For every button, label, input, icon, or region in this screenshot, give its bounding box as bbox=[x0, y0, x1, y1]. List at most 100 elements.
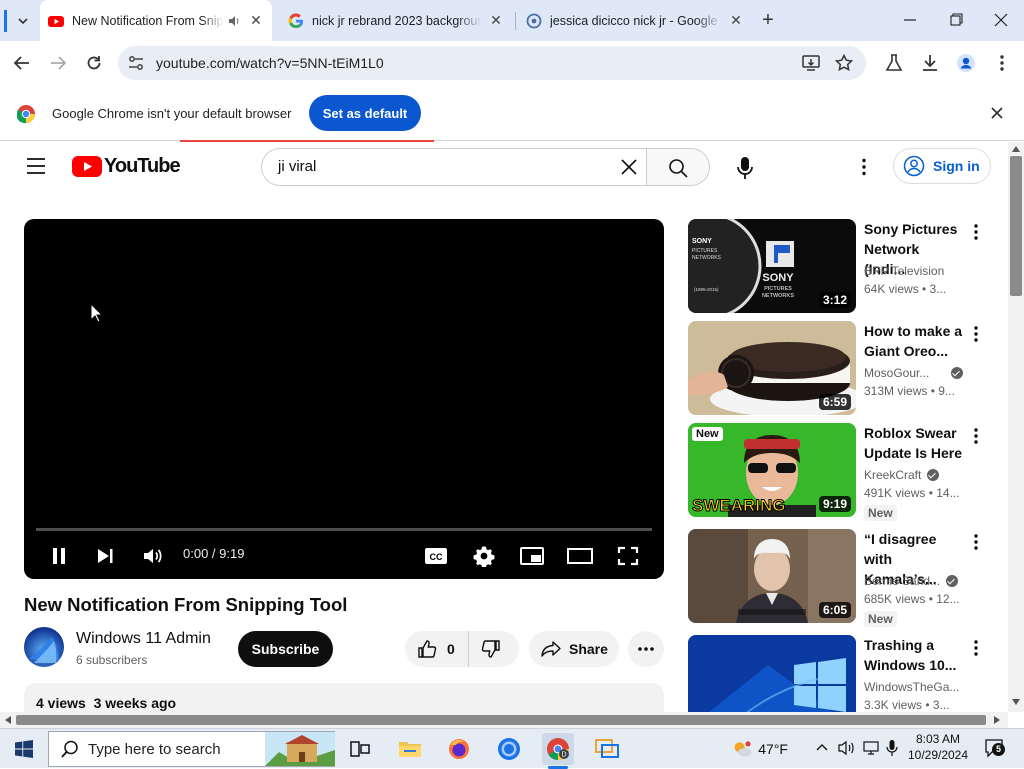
channel-name[interactable]: WindowsTheGa... bbox=[864, 680, 959, 694]
labs-flask-icon[interactable] bbox=[884, 53, 904, 73]
recommended-video[interactable]: Trashing a Windows 10... WindowsTheGa...… bbox=[688, 635, 994, 712]
site-info-icon[interactable] bbox=[127, 55, 145, 71]
recommended-channel[interactable]: BRP Television bbox=[864, 264, 944, 278]
more-vertical-icon[interactable] bbox=[970, 223, 982, 241]
close-icon[interactable] bbox=[990, 106, 1004, 120]
microphone-in-use-icon[interactable] bbox=[886, 739, 898, 757]
next-button[interactable] bbox=[92, 541, 118, 571]
clock[interactable]: 8:03 AM 10/29/2024 bbox=[906, 732, 970, 762]
taskbar-search-box[interactable]: Type here to search bbox=[48, 731, 335, 767]
chrome-taskbar-button[interactable] bbox=[493, 733, 525, 765]
set-as-default-button[interactable]: Set as default bbox=[309, 95, 421, 131]
channel-avatar[interactable] bbox=[24, 627, 64, 667]
recommended-channel[interactable]: KreekCraft bbox=[864, 468, 940, 482]
tab-nick-jr-rebrand[interactable]: nick jr rebrand 2023 background ✕ bbox=[280, 0, 512, 41]
channel-name[interactable]: MosoGour... bbox=[864, 366, 929, 380]
channel-name[interactable]: KreekCraft bbox=[864, 468, 921, 482]
search-button[interactable] bbox=[646, 148, 710, 186]
video-thumbnail[interactable]: SWEARING New 9:19 bbox=[688, 423, 856, 517]
tab-jessica-dicicco[interactable]: jessica dicicco nick jr - Google Search … bbox=[518, 0, 752, 41]
microphone-icon[interactable] bbox=[736, 156, 754, 180]
youtube-logo[interactable]: YouTube bbox=[72, 155, 181, 178]
volume-icon[interactable] bbox=[838, 740, 856, 756]
scroll-up-arrow-icon[interactable] bbox=[1012, 146, 1020, 152]
restore-button[interactable] bbox=[946, 10, 966, 30]
reload-icon[interactable] bbox=[84, 53, 104, 73]
channel-name[interactable]: BRP Television bbox=[864, 264, 944, 278]
channel-name[interactable]: Bernie Sand... bbox=[864, 574, 940, 588]
pause-button[interactable] bbox=[46, 541, 72, 571]
video-thumbnail[interactable]: 6:59 bbox=[688, 321, 856, 415]
more-vertical-icon[interactable] bbox=[970, 427, 982, 445]
more-vertical-icon[interactable] bbox=[970, 325, 982, 343]
recommended-video[interactable]: 6:05 “I disagree with Kamala’s... Bernie… bbox=[688, 529, 994, 627]
channel-name[interactable]: Windows 11 Admin bbox=[76, 630, 211, 648]
chrome-menu-icon[interactable] bbox=[992, 53, 1012, 73]
forward-arrow-icon[interactable] bbox=[48, 54, 68, 72]
close-window-button[interactable] bbox=[991, 10, 1011, 30]
subscribe-button[interactable]: Subscribe bbox=[238, 631, 333, 667]
settings-button[interactable] bbox=[470, 541, 498, 571]
progress-bar[interactable] bbox=[36, 528, 652, 531]
scroll-thumb[interactable] bbox=[1010, 156, 1022, 296]
vertical-scrollbar[interactable] bbox=[1008, 142, 1024, 712]
settings-dots-icon[interactable] bbox=[855, 158, 873, 176]
file-explorer-button[interactable] bbox=[394, 733, 426, 765]
tab-youtube-active[interactable]: New Notification From Snipping Tool ✕ bbox=[40, 0, 272, 41]
recommended-channel[interactable]: WindowsTheGa... bbox=[864, 680, 959, 694]
firefox-button[interactable] bbox=[443, 733, 475, 765]
url-text[interactable]: youtube.com/watch?v=5NN-tEiM1L0 bbox=[156, 55, 384, 71]
video-thumbnail[interactable]: SONY PICTURES NETWORKS (1995-2015) SONY … bbox=[688, 219, 856, 313]
recommended-video[interactable]: 6:59 How to make a Giant Oreo... MosoGou… bbox=[688, 321, 994, 415]
notification-center-button[interactable]: 5 bbox=[984, 738, 1005, 758]
back-arrow-icon[interactable] bbox=[12, 54, 32, 72]
more-vertical-icon[interactable] bbox=[970, 639, 982, 657]
task-view-button[interactable] bbox=[344, 733, 376, 765]
sign-in-button[interactable]: Sign in bbox=[893, 148, 991, 184]
more-actions-button[interactable] bbox=[628, 631, 664, 667]
miniplayer-button[interactable] bbox=[518, 541, 546, 571]
video-thumbnail[interactable]: 6:05 bbox=[688, 529, 856, 623]
close-icon[interactable]: ✕ bbox=[728, 12, 744, 29]
dislike-button[interactable] bbox=[469, 631, 501, 667]
network-icon[interactable] bbox=[862, 740, 880, 756]
close-icon[interactable]: ✕ bbox=[488, 12, 504, 29]
remote-desktop-button[interactable] bbox=[591, 733, 623, 765]
profile-icon[interactable] bbox=[956, 53, 976, 73]
theater-mode-button[interactable] bbox=[566, 541, 594, 571]
horizontal-scrollbar[interactable] bbox=[0, 712, 1008, 728]
volume-button[interactable] bbox=[140, 541, 166, 571]
captions-button[interactable]: CC bbox=[422, 541, 450, 571]
scroll-down-arrow-icon[interactable] bbox=[1012, 699, 1020, 705]
minimize-button[interactable] bbox=[900, 10, 920, 30]
search-query[interactable]: ji viral bbox=[278, 158, 316, 175]
recommended-channel[interactable]: Bernie Sand... bbox=[864, 574, 959, 588]
chevron-up-icon[interactable] bbox=[816, 743, 828, 751]
recommended-title[interactable]: Roblox Swear Update Is Here bbox=[864, 423, 964, 463]
more-vertical-icon[interactable] bbox=[970, 533, 982, 551]
weather-widget[interactable]: 47°F bbox=[732, 737, 788, 761]
share-button[interactable]: Share bbox=[529, 631, 619, 667]
download-icon[interactable] bbox=[920, 53, 940, 73]
scroll-thumb[interactable] bbox=[16, 715, 986, 725]
recommended-channel[interactable]: MosoGour... bbox=[864, 366, 964, 380]
fullscreen-button[interactable] bbox=[614, 541, 642, 571]
recommended-video[interactable]: SONY PICTURES NETWORKS (1995-2015) SONY … bbox=[688, 219, 994, 313]
search-input[interactable]: ji viral bbox=[261, 148, 647, 186]
hamburger-menu-icon[interactable] bbox=[26, 157, 46, 175]
install-app-icon[interactable] bbox=[802, 55, 820, 71]
close-icon[interactable]: ✕ bbox=[248, 12, 264, 29]
address-bar[interactable]: youtube.com/watch?v=5NN-tEiM1L0 bbox=[118, 46, 866, 80]
video-thumbnail[interactable] bbox=[688, 635, 856, 712]
new-tab-button[interactable]: + bbox=[758, 10, 778, 30]
tab-search-button[interactable] bbox=[4, 10, 28, 32]
bookmark-star-icon[interactable] bbox=[835, 54, 853, 72]
recommended-title[interactable]: How to make a Giant Oreo... bbox=[864, 321, 964, 361]
scroll-left-arrow-icon[interactable] bbox=[5, 716, 11, 724]
recommended-title[interactable]: Trashing a Windows 10... bbox=[864, 635, 964, 675]
recommended-video[interactable]: SWEARING New 9:19 Roblox Swear Update Is… bbox=[688, 423, 994, 521]
start-button[interactable] bbox=[8, 733, 40, 765]
video-player[interactable]: 0:00 / 9:19 CC bbox=[24, 219, 664, 579]
scroll-right-arrow-icon[interactable] bbox=[994, 716, 1000, 724]
clear-search-icon[interactable] bbox=[620, 158, 638, 176]
